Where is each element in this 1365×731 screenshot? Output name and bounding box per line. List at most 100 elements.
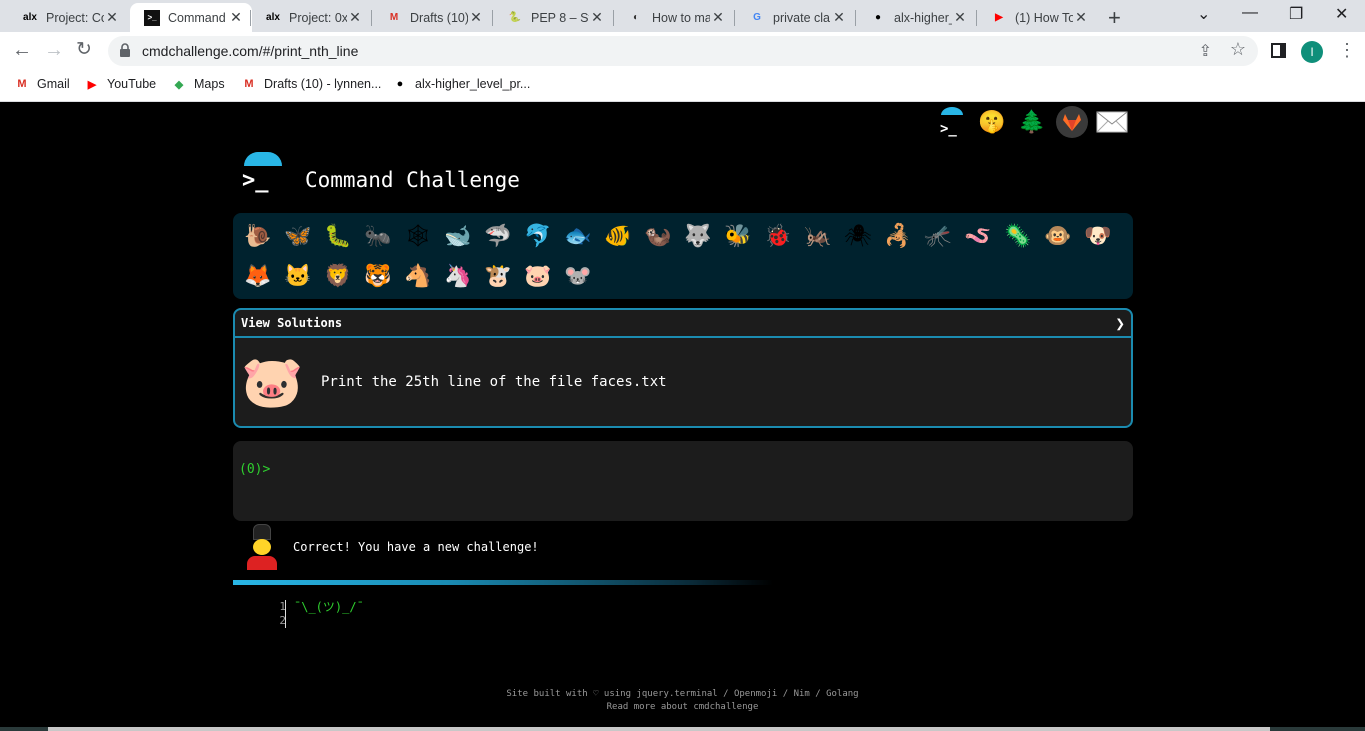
challenge-animal-icon[interactable]: 🦈 <box>478 216 518 256</box>
tab-4[interactable]: M Drafts (10) ✕ <box>372 3 492 32</box>
python-icon: 🐍 <box>508 12 522 23</box>
page: >_ 🤫 🌲 >_ Command Challenge 🐌 🦋 🐛 🐜 🕸 🐋 🦈 🐬 🐟 🐠 🦦 🐺… <box>0 102 1365 731</box>
challenge-animal-icon[interactable]: 🦁 <box>318 256 358 296</box>
close-tab-icon[interactable]: ✕ <box>1073 9 1089 26</box>
view-solutions-toggle[interactable]: View Solutions ❯ <box>235 310 1131 338</box>
tree-icon[interactable]: 🌲 <box>1016 106 1048 138</box>
tab-title: PEP 8 – Sty <box>531 10 589 25</box>
close-tab-icon[interactable]: ✕ <box>952 9 968 26</box>
tab-1[interactable]: alx Project: Co ✕ <box>8 3 128 32</box>
tab-6[interactable]: ◐ How to ma ✕ <box>614 3 734 32</box>
tab-search-icon[interactable]: ⌄ <box>1197 4 1210 24</box>
progress-bar <box>233 580 773 585</box>
alx-icon: alx <box>23 12 37 23</box>
challenge-animal-icon[interactable]: 🐞 <box>758 216 798 256</box>
challenge-animal-icon[interactable]: 🦂 <box>878 216 918 256</box>
close-tab-icon[interactable]: ✕ <box>589 9 605 26</box>
tab-2[interactable]: >_ Command ✕ <box>130 3 252 32</box>
status-text: Correct! You have a new challenge! <box>293 540 539 554</box>
challenge-animal-icon[interactable]: 🦄 <box>438 256 478 296</box>
shushing-face-icon[interactable]: 🤫 <box>976 106 1008 138</box>
new-tab-icon[interactable]: + <box>1108 5 1121 31</box>
challenge-animal-icon[interactable]: 🦠 <box>998 216 1038 256</box>
terminal-icon[interactable]: >_ <box>936 106 968 138</box>
challenge-animal-icon[interactable]: 🦋 <box>278 216 318 256</box>
challenge-animal-icon[interactable]: 🐭 <box>558 256 598 296</box>
address-bar[interactable]: cmdchallenge.com/#/print_nth_line ⇪ ☆ <box>108 36 1258 66</box>
bookmark-label: YouTube <box>107 77 157 91</box>
tab-3[interactable]: alx Project: 0x ✕ <box>251 3 371 32</box>
forward-icon[interactable]: → <box>44 40 64 60</box>
challenge-animal-icon[interactable]: 🦊 <box>238 256 278 296</box>
challenge-animal-icon[interactable]: 🐱 <box>278 256 318 296</box>
challenge-animal-icon[interactable]: 🪱 <box>958 216 998 256</box>
share-icon[interactable]: ⇪ <box>1199 41 1212 61</box>
challenge-animal-icon[interactable]: 🐶 <box>1078 216 1118 256</box>
minimize-icon[interactable]: — <box>1242 4 1258 22</box>
challenge-animals-bar: 🐌 🦋 🐛 🐜 🕸 🐋 🦈 🐬 🐟 🐠 🦦 🐺 🐝 🐞 🦗 🕷 🦂 🦟 🪱 🦠 🐵 🐶 🦊 🐱 🦁 🐯 🐴 🦄 🐮 🐷 🐭 <box>233 213 1133 299</box>
challenge-animal-icon[interactable]: 🦗 <box>798 216 838 256</box>
tab-8[interactable]: ● alx-higher_ ✕ <box>856 3 976 32</box>
close-tab-icon[interactable]: ✕ <box>347 9 363 26</box>
challenge-animal-icon[interactable]: 🕷 <box>838 216 878 256</box>
reload-icon[interactable]: ↻ <box>76 40 92 60</box>
tab-7[interactable]: Gprivate cla ✕ <box>735 3 855 32</box>
bookmark-item[interactable]: M Gmail <box>14 76 69 92</box>
lock-icon[interactable] <box>119 43 131 57</box>
browser-toolbar: ← → ↻ cmdchallenge.com/#/print_nth_line … <box>0 32 1365 70</box>
profile-avatar[interactable]: I <box>1301 41 1323 63</box>
youtube-icon: ▶ <box>995 12 1003 23</box>
close-tab-icon[interactable]: ✕ <box>831 9 847 26</box>
challenge-animal-icon[interactable]: 🐵 <box>1038 216 1078 256</box>
challenge-animal-icon[interactable]: 🐛 <box>318 216 358 256</box>
challenge-animal-icon[interactable]: 🐬 <box>518 216 558 256</box>
challenge-animal-icon[interactable]: 🐯 <box>358 256 398 296</box>
challenge-animal-icon[interactable]: 🦟 <box>918 216 958 256</box>
pig-icon: 🐷 <box>241 352 304 411</box>
challenge-animal-icon[interactable]: 🐌 <box>238 216 278 256</box>
bookmark-item[interactable]: M Drafts (10) - lynnen... <box>241 76 381 92</box>
mail-icon[interactable] <box>1096 106 1128 138</box>
close-tab-icon[interactable]: ✕ <box>468 9 484 26</box>
challenge-animal-icon[interactable]: 🕸 <box>398 216 438 256</box>
horizontal-scrollbar[interactable] <box>0 727 1365 731</box>
gitlab-icon[interactable] <box>1056 106 1088 138</box>
tab-strip: alx Project: Co ✕ >_ Command ✕ alx Project: 0x ✕… <box>0 0 1365 32</box>
side-panel-icon[interactable] <box>1271 43 1286 58</box>
bookmark-item[interactable]: ● alx-higher_level_pr... <box>392 76 531 92</box>
close-tab-icon[interactable]: ✕ <box>104 9 120 26</box>
challenge-animal-icon[interactable]: 🦦 <box>638 216 678 256</box>
back-icon[interactable]: ← <box>12 40 32 60</box>
chevron-right-icon[interactable]: ❯ <box>1115 314 1125 333</box>
challenge-animal-icon[interactable]: 🐟 <box>558 216 598 256</box>
terminal[interactable]: (0)> <box>233 441 1133 521</box>
challenge-animal-icon[interactable]: 🐋 <box>438 216 478 256</box>
restore-icon[interactable]: ❐ <box>1289 4 1303 24</box>
tab-title: Project: Co <box>46 10 104 25</box>
bookmark-item[interactable]: ◆ Maps <box>171 76 225 92</box>
challenge-animal-icon[interactable]: 🐝 <box>718 216 758 256</box>
bookmark-item[interactable]: ▶ YouTube <box>84 76 156 92</box>
github-icon: ● <box>396 78 404 90</box>
gmail-icon: M <box>17 78 27 90</box>
site-logo[interactable]: >_ <box>240 152 286 194</box>
github-icon: ● <box>874 12 882 23</box>
close-window-icon[interactable]: ✕ <box>1335 4 1348 24</box>
browser-menu-icon[interactable]: ⋮ <box>1338 41 1356 59</box>
tab-5[interactable]: 🐍 PEP 8 – Sty✕ <box>493 3 613 32</box>
bookmark-star-icon[interactable]: ☆ <box>1230 39 1246 60</box>
close-tab-icon[interactable]: ✕ <box>228 9 244 26</box>
url-text[interactable]: cmdchallenge.com/#/print_nth_line <box>142 43 358 59</box>
challenge-animal-icon[interactable]: 🐺 <box>678 216 718 256</box>
challenge-animal-icon[interactable]: 🐜 <box>358 216 398 256</box>
challenge-task-text: Print the 25th line of the file faces.tx… <box>321 374 667 390</box>
tab-9[interactable]: ▶ (1) How To ✕ <box>977 3 1097 32</box>
challenge-animal-icon[interactable]: 🐷 <box>518 256 558 296</box>
challenge-animal-icon[interactable]: 🐮 <box>478 256 518 296</box>
footer-read-more-link[interactable]: Read more about cmdchallenge <box>0 701 1365 714</box>
terminal-cursor[interactable] <box>270 459 277 473</box>
challenge-animal-icon[interactable]: 🐠 <box>598 216 638 256</box>
close-tab-icon[interactable]: ✕ <box>710 9 726 26</box>
challenge-animal-icon[interactable]: 🐴 <box>398 256 438 296</box>
view-solutions-label: View Solutions <box>241 316 343 330</box>
